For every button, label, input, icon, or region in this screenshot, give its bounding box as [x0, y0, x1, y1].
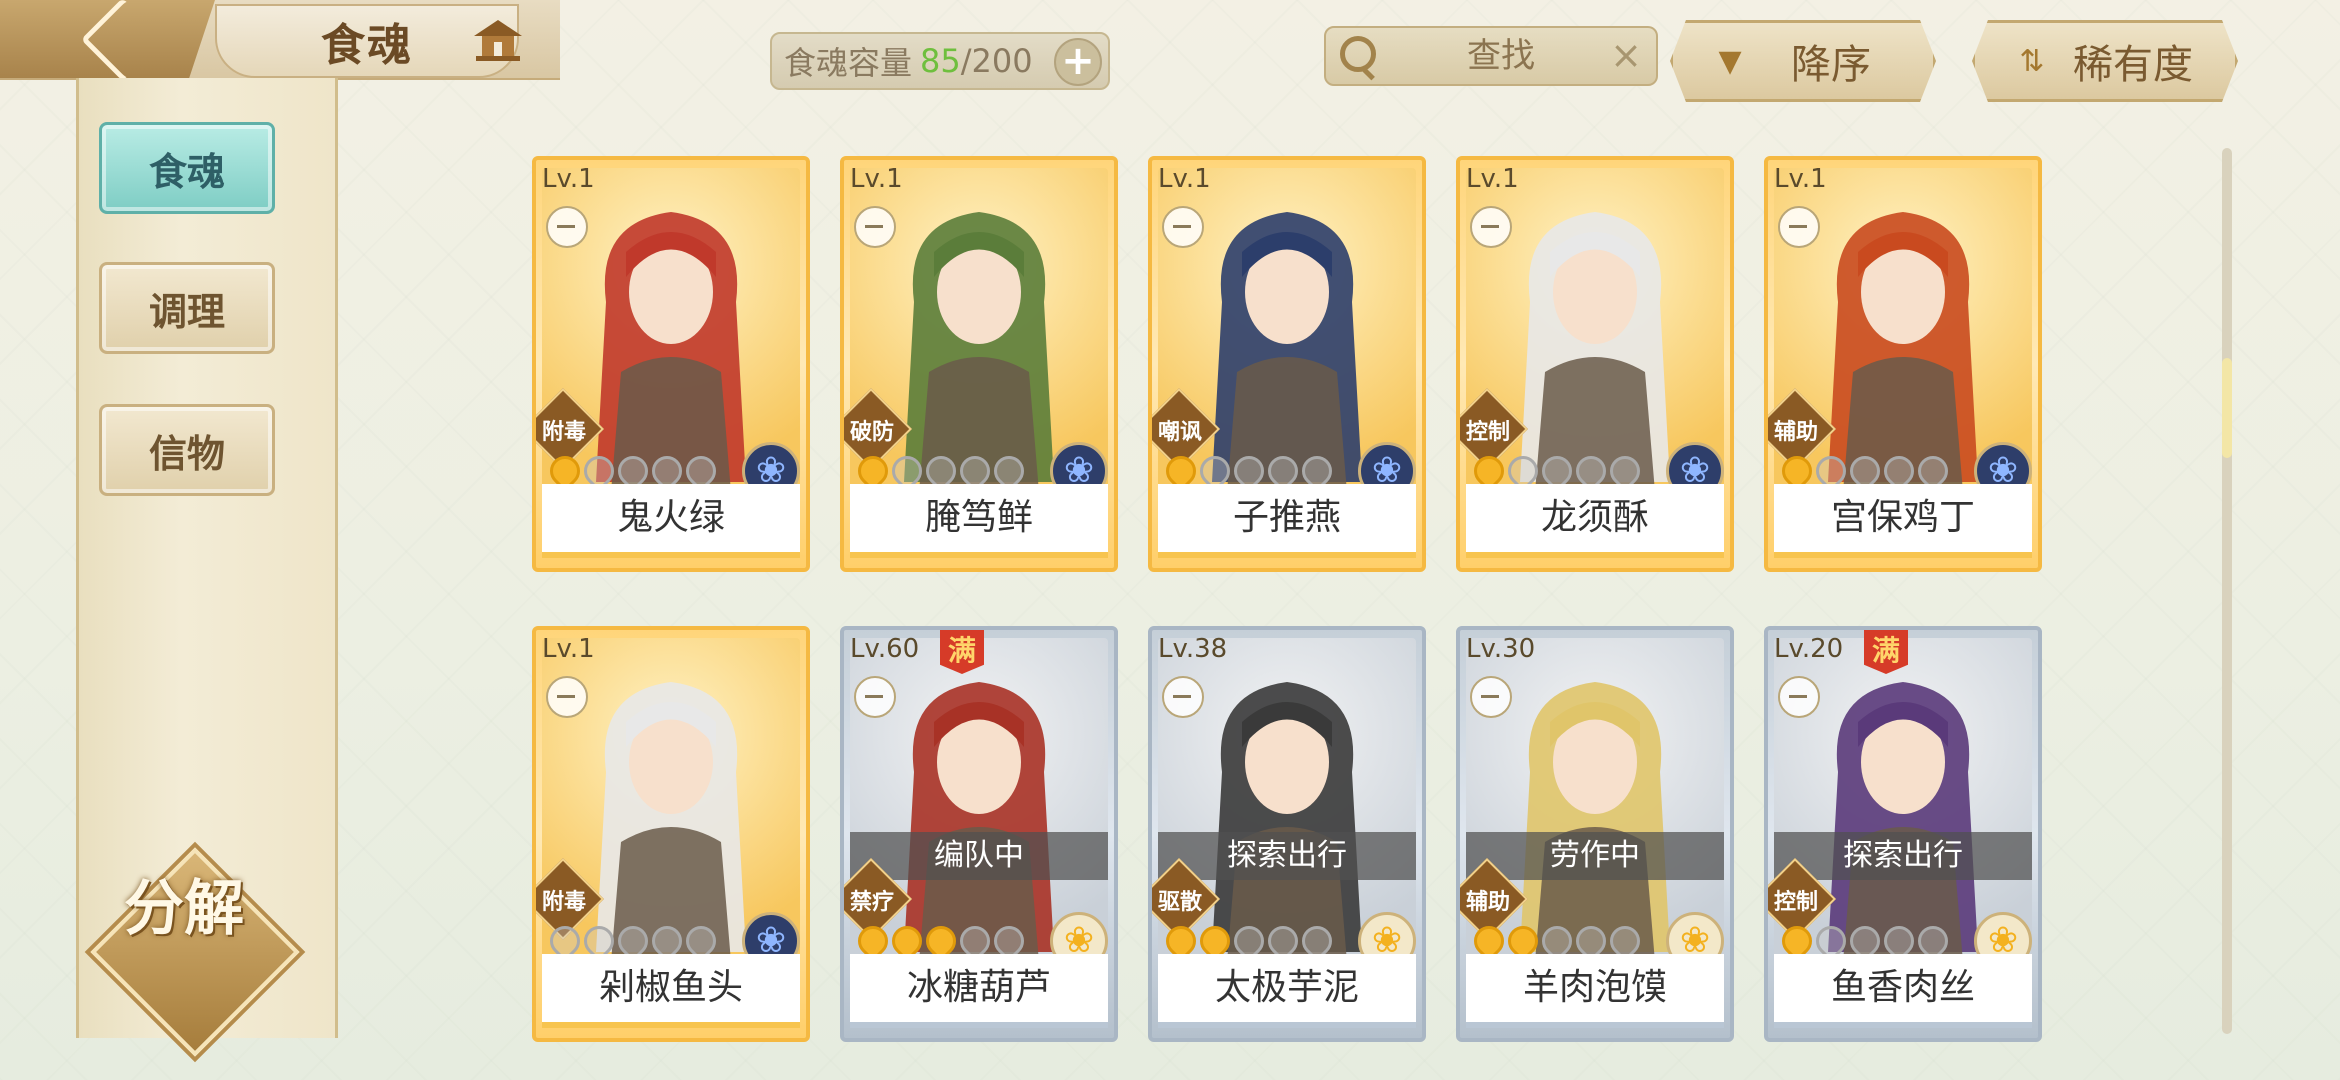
- scrollbar-thumb[interactable]: [2222, 358, 2232, 458]
- scrollbar[interactable]: [2222, 148, 2232, 1034]
- character-card[interactable]: Lv.1 控制 龙须酥: [1456, 156, 1734, 572]
- add-capacity-button[interactable]: +: [1054, 38, 1102, 86]
- character-art: [1212, 682, 1362, 960]
- rank-icon: [1162, 676, 1204, 718]
- status-banner: 劳作中: [1466, 832, 1724, 880]
- sort-order-label: 降序: [1791, 42, 1871, 88]
- close-icon[interactable]: ×: [1610, 36, 1642, 74]
- status-banner: 探索出行: [1158, 832, 1416, 880]
- character-name: 鱼香肉丝: [1774, 954, 2032, 1028]
- role-label: 附毒: [541, 890, 586, 915]
- character-name: 羊肉泡馍: [1466, 954, 1724, 1028]
- rank-icon: [854, 676, 896, 718]
- character-name: 宫保鸡丁: [1774, 484, 2032, 558]
- character-art: [1520, 682, 1670, 960]
- character-art: [904, 682, 1054, 960]
- level-label: Lv.1: [542, 164, 595, 194]
- role-label: 禁疗: [849, 890, 894, 915]
- search-placeholder: 查找: [1467, 36, 1535, 76]
- character-name: 太极芋泥: [1158, 954, 1416, 1028]
- capacity-display: 食魂容量 85 /200 +: [770, 32, 1110, 90]
- role-label: 破防: [849, 420, 894, 445]
- pavilion-icon[interactable]: [470, 14, 526, 64]
- level-label: Lv.60: [850, 634, 920, 664]
- status-banner: 编队中: [850, 832, 1108, 880]
- character-card[interactable]: 探索出行 Lv.20 满 控制 鱼香肉丝: [1764, 626, 2042, 1042]
- chevron-down-icon: ▼: [1718, 43, 1742, 79]
- role-label: 控制: [1773, 890, 1818, 915]
- rank-icon: [546, 206, 588, 248]
- max-level-badge: 满: [940, 630, 984, 674]
- rarity-filter-label: 稀有度: [2073, 42, 2193, 88]
- rank-icon: [854, 206, 896, 248]
- character-name: 龙须酥: [1466, 484, 1724, 558]
- rarity-filter-button[interactable]: ⇅ 稀有度: [1972, 20, 2238, 102]
- level-label: Lv.1: [850, 164, 903, 194]
- character-art: [1520, 212, 1670, 490]
- status-banner: 探索出行: [1774, 832, 2032, 880]
- character-name: 腌笃鲜: [850, 484, 1108, 558]
- rank-icon: [546, 676, 588, 718]
- level-label: Lv.1: [542, 634, 595, 664]
- role-label: 控制: [1465, 420, 1510, 445]
- character-card[interactable]: 编队中 Lv.60 满 禁疗 冰糖葫芦: [840, 626, 1118, 1042]
- sidebar-item-tiaoli[interactable]: 调理: [99, 262, 275, 354]
- level-label: Lv.1: [1466, 164, 1519, 194]
- role-label: 辅助: [1773, 420, 1818, 445]
- rank-icon: [1778, 206, 1820, 248]
- character-card[interactable]: Lv.1 附毒 剁椒鱼头: [532, 626, 810, 1042]
- level-label: Lv.1: [1774, 164, 1827, 194]
- character-card[interactable]: Lv.1 辅助 宫保鸡丁: [1764, 156, 2042, 572]
- capacity-label: 食魂容量: [784, 44, 913, 82]
- level-label: Lv.1: [1158, 164, 1211, 194]
- character-art: [1212, 212, 1362, 490]
- level-label: Lv.38: [1158, 634, 1228, 664]
- decompose-label[interactable]: 分解: [76, 860, 332, 947]
- role-label: 附毒: [541, 420, 586, 445]
- back-button[interactable]: [0, 0, 215, 78]
- character-art: [904, 212, 1054, 490]
- level-label: Lv.30: [1466, 634, 1536, 664]
- sort-arrows-icon: ⇅: [2019, 43, 2045, 79]
- character-name: 鬼火绿: [542, 484, 800, 558]
- level-label: Lv.20: [1774, 634, 1844, 664]
- character-art: [1828, 212, 1978, 490]
- character-card[interactable]: Lv.1 破防 腌笃鲜: [840, 156, 1118, 572]
- character-card[interactable]: Lv.1 附毒 鬼火绿: [532, 156, 810, 572]
- sort-order-button[interactable]: ▼ 降序: [1670, 20, 1936, 102]
- rank-icon: [1470, 676, 1512, 718]
- character-art: [1828, 682, 1978, 960]
- role-label: 驱散: [1157, 890, 1202, 915]
- character-card[interactable]: 劳作中 Lv.30 辅助 羊肉泡馍: [1456, 626, 1734, 1042]
- character-card[interactable]: Lv.1 嘲讽 子推燕: [1148, 156, 1426, 572]
- rank-icon: [1778, 676, 1820, 718]
- capacity-current: 85: [920, 42, 961, 80]
- back-arrow-icon: [80, 0, 165, 78]
- character-art: [596, 212, 746, 490]
- sidebar-item-shihun[interactable]: 食魂: [99, 122, 275, 214]
- character-name: 子推燕: [1158, 484, 1416, 558]
- rank-icon: [1162, 206, 1204, 248]
- character-name: 剁椒鱼头: [542, 954, 800, 1028]
- role-label: 嘲讽: [1157, 420, 1202, 445]
- role-label: 辅助: [1465, 890, 1510, 915]
- character-art: [596, 682, 746, 960]
- max-level-badge: 满: [1864, 630, 1908, 674]
- rank-icon: [1470, 206, 1512, 248]
- search-input[interactable]: 查找 ×: [1324, 26, 1658, 86]
- character-card[interactable]: 探索出行 Lv.38 驱散 太极芋泥: [1148, 626, 1426, 1042]
- search-icon: [1340, 36, 1376, 72]
- capacity-max: /200: [960, 42, 1033, 80]
- character-name: 冰糖葫芦: [850, 954, 1108, 1028]
- sidebar-item-xinwu[interactable]: 信物: [99, 404, 275, 496]
